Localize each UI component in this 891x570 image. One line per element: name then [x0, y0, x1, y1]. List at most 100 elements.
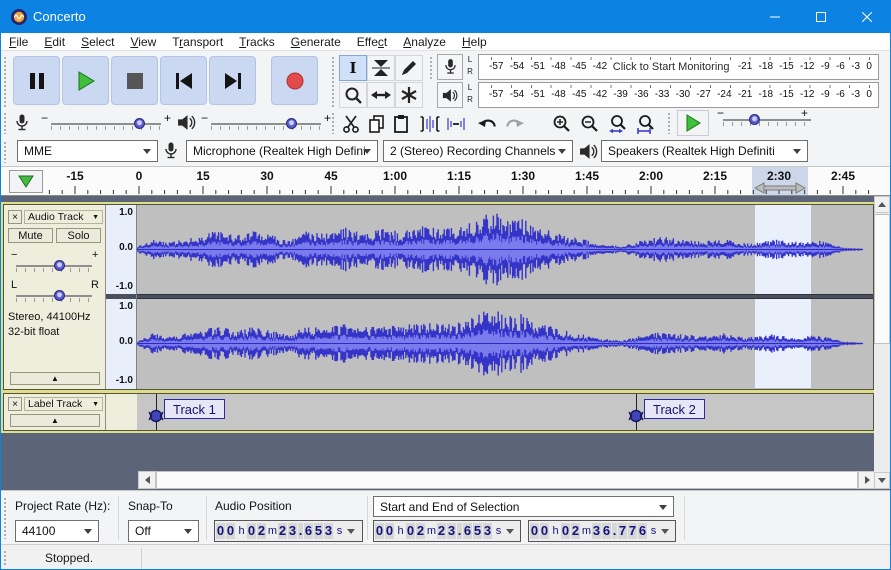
time-digit[interactable]: 2: [257, 523, 266, 539]
label-text[interactable]: Track 2: [644, 399, 705, 419]
zoom-tool-button[interactable]: [339, 82, 367, 108]
output-volume-thumb[interactable]: [285, 118, 297, 129]
menu-edit[interactable]: Edit: [36, 34, 73, 50]
copy-button[interactable]: [363, 111, 389, 136]
record-button[interactable]: [271, 56, 318, 105]
time-digit[interactable]: 3: [288, 523, 297, 539]
time-digit[interactable]: 0: [530, 523, 539, 539]
maximize-button[interactable]: [798, 1, 844, 33]
envelope-tool-button[interactable]: [367, 55, 395, 81]
vertical-scale-ruler[interactable]: 1.0 0.0 -1.0 1.0 0.0 -1.0: [106, 205, 137, 389]
audio-track-close-button[interactable]: ×: [8, 210, 22, 224]
skip-to-start-button[interactable]: [160, 56, 207, 105]
menu-select[interactable]: Select: [73, 34, 122, 50]
pan-slider[interactable]: [16, 289, 92, 303]
fit-project-button[interactable]: [633, 111, 659, 136]
audio-position-field[interactable]: 00h02m23.653s: [214, 520, 363, 542]
vertical-scroll-thumb[interactable]: [874, 214, 890, 344]
edit-toolbar-grip[interactable]: [331, 112, 335, 134]
playback-meter-speaker-button[interactable]: [437, 82, 463, 108]
multi-tool-button[interactable]: [395, 82, 423, 108]
audio-track-menu-button[interactable]: Audio Track ▼: [24, 210, 103, 224]
close-button[interactable]: [844, 1, 890, 33]
minimize-button[interactable]: [752, 1, 798, 33]
horizontal-scrollbar[interactable]: [138, 471, 876, 489]
time-unit[interactable]: s: [493, 525, 504, 537]
time-unit[interactable]: h: [236, 525, 247, 537]
play-at-speed-button[interactable]: [677, 110, 709, 136]
time-digit[interactable]: 6: [463, 523, 472, 539]
selection-start-field[interactable]: 00h02m23.653s: [373, 520, 521, 542]
label-track-close-button[interactable]: ×: [8, 397, 22, 411]
stop-button[interactable]: [111, 56, 158, 105]
time-unit[interactable]: h: [395, 525, 406, 537]
time-shift-tool-button[interactable]: [367, 82, 395, 108]
playback-device-select[interactable]: Speakers (Realtek High Definiti: [601, 140, 808, 162]
pause-button[interactable]: [13, 56, 60, 105]
gain-slider[interactable]: [16, 259, 92, 273]
menu-tracks[interactable]: Tracks: [231, 34, 283, 50]
recording-meter[interactable]: -57-54-51-48-45-42-39-36-33-30-27-24-21-…: [478, 54, 879, 80]
chevron-down-icon[interactable]: [506, 528, 514, 534]
paste-button[interactable]: [388, 111, 414, 136]
menu-transport[interactable]: Transport: [164, 34, 231, 50]
time-digit[interactable]: 6: [638, 523, 647, 539]
quick-play-button[interactable]: [9, 170, 43, 193]
menu-effect[interactable]: Effect: [349, 34, 395, 50]
input-volume-thumb[interactable]: [133, 118, 145, 129]
mute-button[interactable]: Mute: [8, 228, 53, 243]
menu-file[interactable]: File: [1, 34, 36, 50]
time-digit[interactable]: 0: [247, 523, 256, 539]
time-digit[interactable]: .: [457, 523, 462, 539]
undo-button[interactable]: [475, 111, 501, 136]
scroll-up-button[interactable]: [874, 196, 890, 213]
transport-toolbar-grip[interactable]: [3, 56, 7, 108]
time-digit[interactable]: 3: [447, 523, 456, 539]
label-text[interactable]: Track 1: [164, 399, 225, 419]
time-unit[interactable]: h: [550, 525, 561, 537]
cut-button[interactable]: [338, 111, 364, 136]
label-track-content[interactable]: Track 1 Track 2: [137, 394, 873, 430]
timeline-ruler[interactable]: -15 0 15 30 45 1:00 1:15 1:30 1:45 2:00 2:15 2:30 2:…: [1, 166, 890, 196]
zoom-out-button[interactable]: [577, 111, 603, 136]
recording-meter-mic-button[interactable]: [437, 54, 463, 80]
time-unit[interactable]: s: [648, 525, 659, 537]
silence-audio-button[interactable]: [443, 111, 469, 136]
scroll-down-button[interactable]: [874, 472, 890, 489]
trim-audio-button[interactable]: [417, 111, 443, 136]
playback-meter[interactable]: -57 -54 -51 -48 -45 -42 -39 -36 -33 -30 -27 -24 -21-…: [478, 82, 879, 108]
project-rate-select[interactable]: 44100: [15, 520, 99, 542]
audio-host-select[interactable]: MME: [17, 140, 158, 162]
time-digit[interactable]: 2: [571, 523, 580, 539]
draw-tool-button[interactable]: [395, 55, 423, 81]
gain-thumb[interactable]: [54, 260, 65, 271]
time-digit[interactable]: 0: [226, 523, 235, 539]
pan-thumb[interactable]: [54, 290, 65, 301]
menu-help[interactable]: Help: [454, 34, 495, 50]
time-digit[interactable]: 6: [304, 523, 313, 539]
time-digit[interactable]: 2: [437, 523, 446, 539]
chevron-down-icon[interactable]: [347, 528, 355, 534]
vertical-scrollbar[interactable]: [874, 196, 890, 489]
tools-toolbar-grip[interactable]: [331, 56, 335, 108]
selection-toolbar-grip[interactable]: [3, 497, 7, 539]
fit-selection-button[interactable]: [605, 111, 631, 136]
time-digit[interactable]: 3: [592, 523, 601, 539]
label-marker-icon[interactable]: [147, 408, 165, 424]
label-marker-icon[interactable]: [627, 408, 645, 424]
time-digit[interactable]: 3: [324, 523, 333, 539]
mixer-toolbar-grip[interactable]: [3, 112, 7, 134]
menu-analyze[interactable]: Analyze: [395, 34, 454, 50]
time-digit[interactable]: .: [298, 523, 303, 539]
time-unit[interactable]: s: [334, 525, 345, 537]
device-toolbar-grip[interactable]: [3, 141, 7, 163]
time-digit[interactable]: 6: [602, 523, 611, 539]
time-digit[interactable]: 0: [540, 523, 549, 539]
play-speed-slider[interactable]: [723, 113, 811, 127]
selection-end-field[interactable]: 00h02m36.776s: [528, 520, 676, 542]
time-digit[interactable]: 5: [314, 523, 323, 539]
snap-to-select[interactable]: Off: [128, 520, 199, 542]
time-digit[interactable]: 0: [561, 523, 570, 539]
time-digit[interactable]: 0: [375, 523, 384, 539]
chevron-down-icon[interactable]: [661, 528, 669, 534]
